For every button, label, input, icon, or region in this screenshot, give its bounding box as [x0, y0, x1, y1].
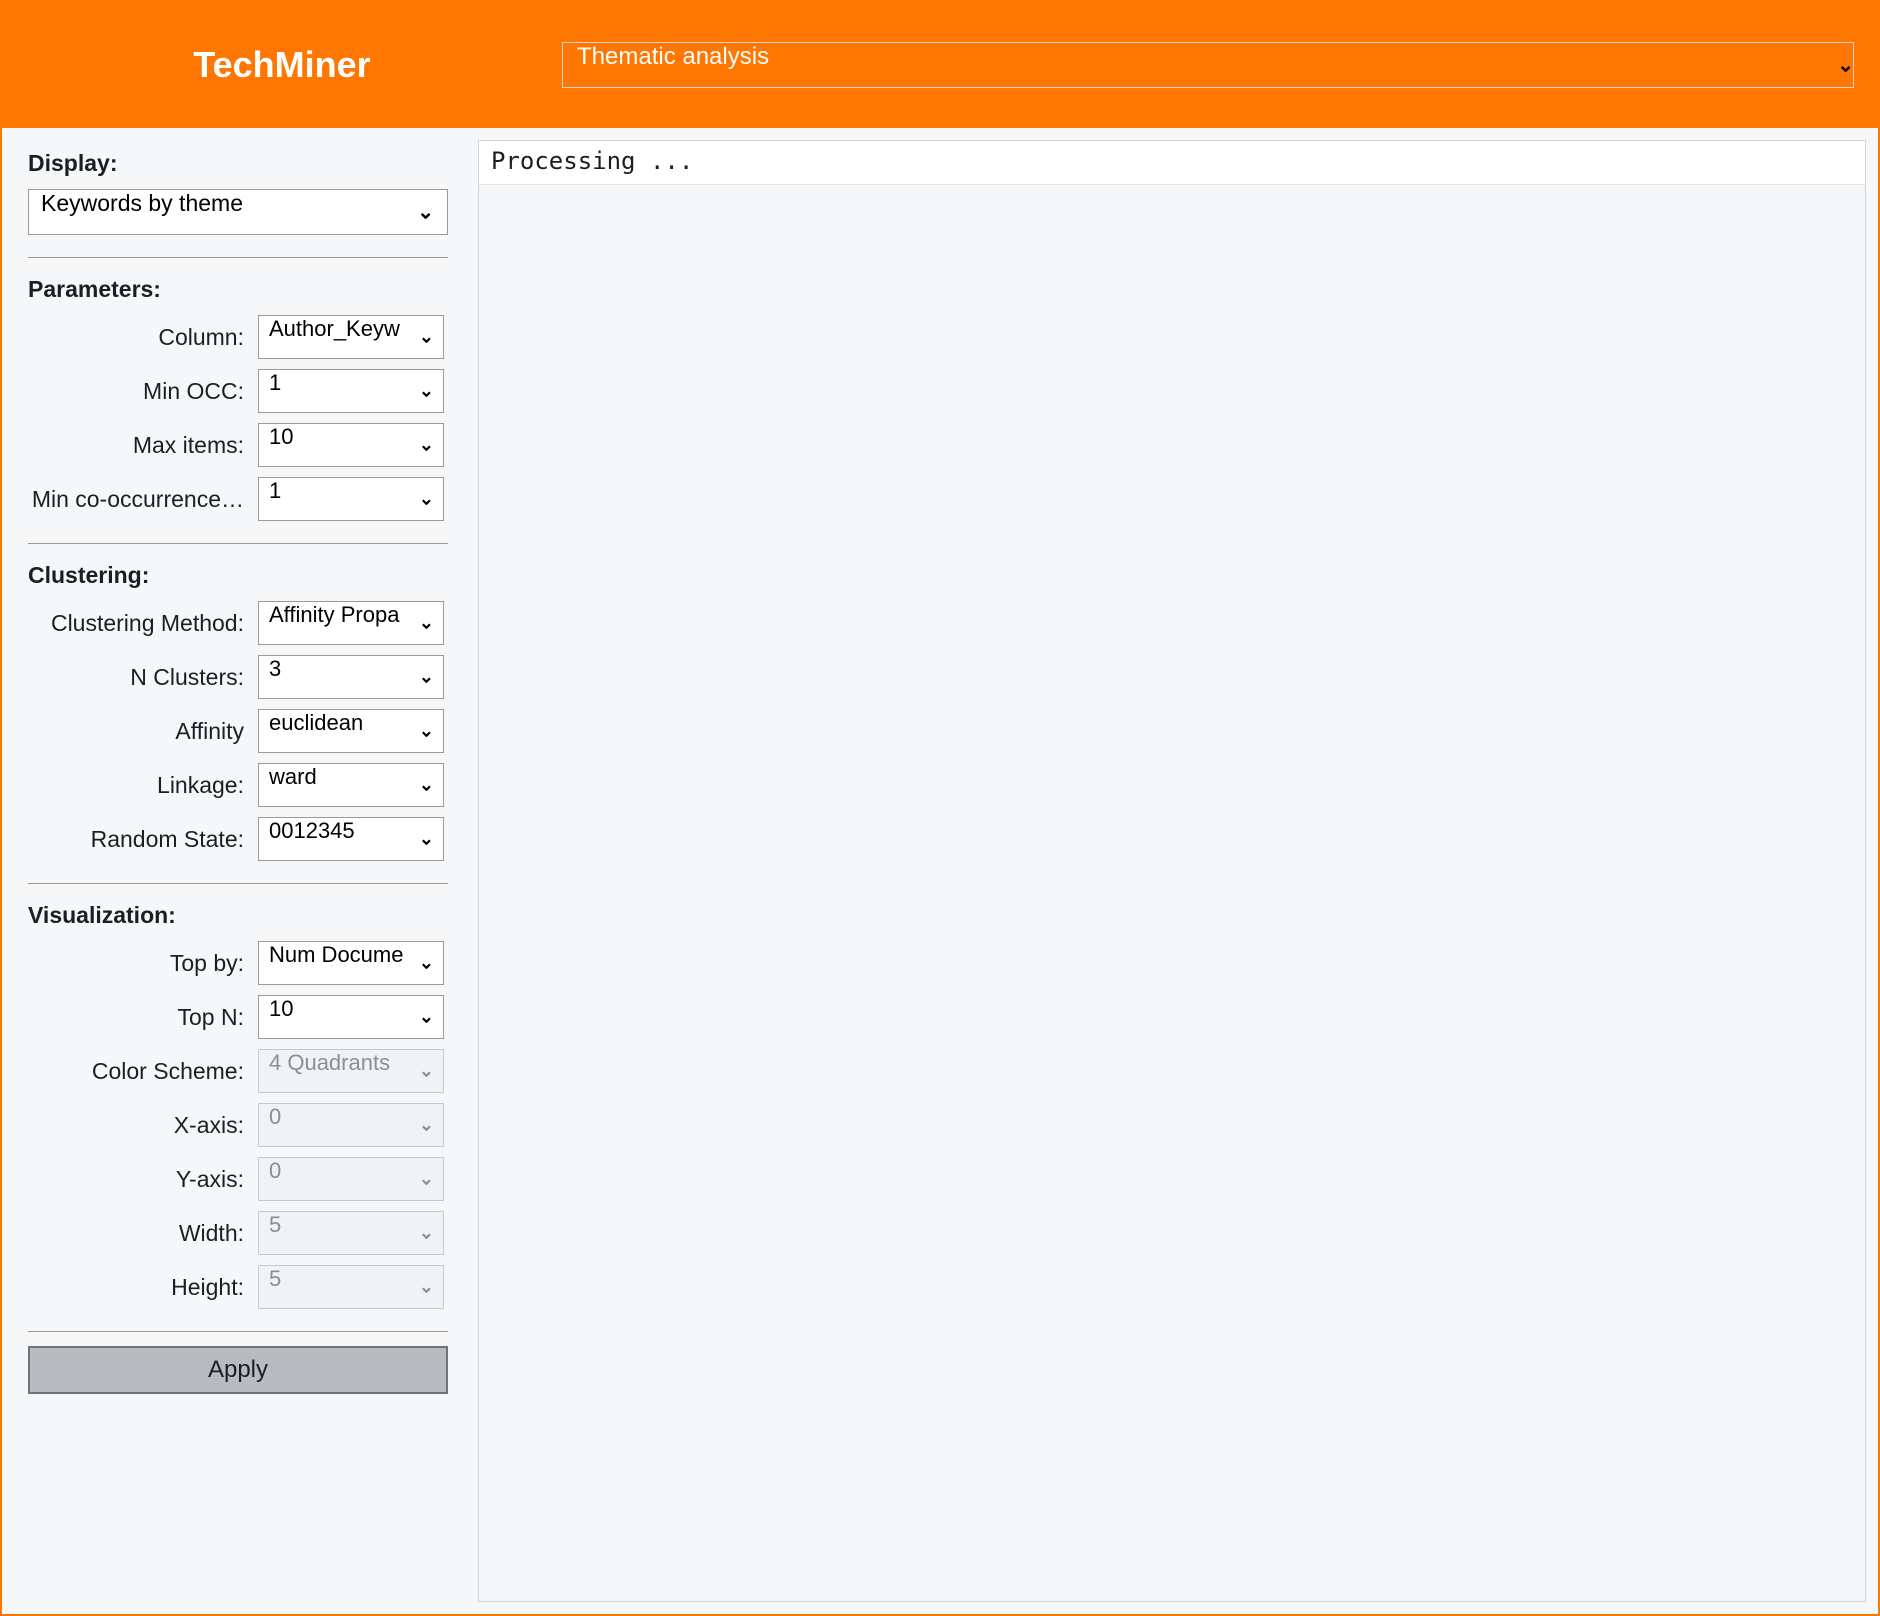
output-panel: Processing ...	[478, 140, 1866, 1602]
visualization-heading: Visualization:	[28, 902, 452, 929]
param-label: Top by:	[24, 950, 258, 977]
param-select: 5	[258, 1265, 444, 1309]
param-select-wrap: 0⌄	[258, 1103, 444, 1147]
app-title: TechMiner	[193, 44, 370, 86]
param-label: Height:	[24, 1274, 258, 1301]
param-select-wrap: Author_Keyw⌄	[258, 315, 444, 359]
param-row: Color Scheme:4 Quadrants⌄	[24, 1049, 452, 1093]
param-label: Top N:	[24, 1004, 258, 1031]
param-select-wrap: 3⌄	[258, 655, 444, 699]
param-row: Max items:10⌄	[24, 423, 452, 467]
param-select: 0	[258, 1157, 444, 1201]
clustering-heading: Clustering:	[28, 562, 452, 589]
divider	[28, 883, 448, 884]
param-row: Top by:Num Docume⌄	[24, 941, 452, 985]
display-heading: Display:	[28, 150, 452, 177]
output-body	[479, 185, 1865, 1601]
param-label: Y-axis:	[24, 1166, 258, 1193]
param-select[interactable]: 1	[258, 369, 444, 413]
param-label: Min co-occurrence…	[24, 486, 258, 513]
app-frame: TechMiner Thematic analysis ⌄ Display: K…	[0, 0, 1880, 1616]
param-label: Max items:	[24, 432, 258, 459]
param-select-wrap: 4 Quadrants⌄	[258, 1049, 444, 1093]
param-row: Width:5⌄	[24, 1211, 452, 1255]
visualization-group: Top by:Num Docume⌄Top N:10⌄Color Scheme:…	[24, 941, 452, 1309]
param-select-wrap: Affinity Propa⌄	[258, 601, 444, 645]
param-select-wrap: 0⌄	[258, 1157, 444, 1201]
param-label: X-axis:	[24, 1112, 258, 1139]
header-title-wrap: TechMiner	[2, 44, 562, 86]
divider	[28, 1331, 448, 1332]
param-row: Clustering Method:Affinity Propa⌄	[24, 601, 452, 645]
param-select: 0	[258, 1103, 444, 1147]
param-select[interactable]: 10	[258, 995, 444, 1039]
param-select-wrap: ward⌄	[258, 763, 444, 807]
param-select-wrap: 5⌄	[258, 1211, 444, 1255]
param-label: Affinity	[24, 718, 258, 745]
apply-button[interactable]: Apply	[28, 1346, 448, 1394]
param-select-wrap: 1⌄	[258, 369, 444, 413]
display-select[interactable]: Keywords by theme	[28, 189, 448, 235]
sidebar: Display: Keywords by theme ⌄ Parameters:…	[14, 140, 462, 1602]
param-select-wrap: 10⌄	[258, 423, 444, 467]
param-row: Column:Author_Keyw⌄	[24, 315, 452, 359]
param-select-wrap: 1⌄	[258, 477, 444, 521]
parameters-group: Column:Author_Keyw⌄Min OCC:1⌄Max items:1…	[24, 315, 452, 521]
param-label: Linkage:	[24, 772, 258, 799]
param-row: Random State:0012345⌄	[24, 817, 452, 861]
param-label: Clustering Method:	[24, 610, 258, 637]
param-select[interactable]: 3	[258, 655, 444, 699]
body: Display: Keywords by theme ⌄ Parameters:…	[2, 128, 1878, 1614]
header-bar: TechMiner Thematic analysis ⌄	[2, 2, 1878, 128]
param-select-wrap: euclidean⌄	[258, 709, 444, 753]
param-label: N Clusters:	[24, 664, 258, 691]
param-select[interactable]: 0012345	[258, 817, 444, 861]
param-row: Height:5⌄	[24, 1265, 452, 1309]
param-select: 5	[258, 1211, 444, 1255]
clustering-group: Clustering Method:Affinity Propa⌄N Clust…	[24, 601, 452, 861]
param-label: Width:	[24, 1220, 258, 1247]
param-select: 4 Quadrants	[258, 1049, 444, 1093]
param-select-wrap: 5⌄	[258, 1265, 444, 1309]
param-row: N Clusters:3⌄	[24, 655, 452, 699]
param-row: Top N:10⌄	[24, 995, 452, 1039]
param-select-wrap: 10⌄	[258, 995, 444, 1039]
param-row: Min co-occurrence…1⌄	[24, 477, 452, 521]
param-label: Color Scheme:	[24, 1058, 258, 1085]
divider	[28, 257, 448, 258]
param-select-wrap: Num Docume⌄	[258, 941, 444, 985]
param-row: Linkage:ward⌄	[24, 763, 452, 807]
analysis-select[interactable]: Thematic analysis	[562, 42, 1854, 88]
parameters-heading: Parameters:	[28, 276, 452, 303]
output-status-text: Processing ...	[479, 141, 1865, 185]
param-row: Min OCC:1⌄	[24, 369, 452, 413]
param-row: Y-axis:0⌄	[24, 1157, 452, 1201]
param-label: Min OCC:	[24, 378, 258, 405]
param-select[interactable]: 10	[258, 423, 444, 467]
param-select[interactable]: Author_Keyw	[258, 315, 444, 359]
divider	[28, 543, 448, 544]
param-row: Affinityeuclidean⌄	[24, 709, 452, 753]
param-select[interactable]: 1	[258, 477, 444, 521]
param-select[interactable]: ward	[258, 763, 444, 807]
param-select[interactable]: Affinity Propa	[258, 601, 444, 645]
analysis-select-wrap: Thematic analysis ⌄	[562, 42, 1868, 88]
param-select[interactable]: euclidean	[258, 709, 444, 753]
param-row: X-axis:0⌄	[24, 1103, 452, 1147]
param-label: Column:	[24, 324, 258, 351]
param-select[interactable]: Num Docume	[258, 941, 444, 985]
param-select-wrap: 0012345⌄	[258, 817, 444, 861]
param-label: Random State:	[24, 826, 258, 853]
display-select-wrap: Keywords by theme ⌄	[28, 189, 448, 235]
